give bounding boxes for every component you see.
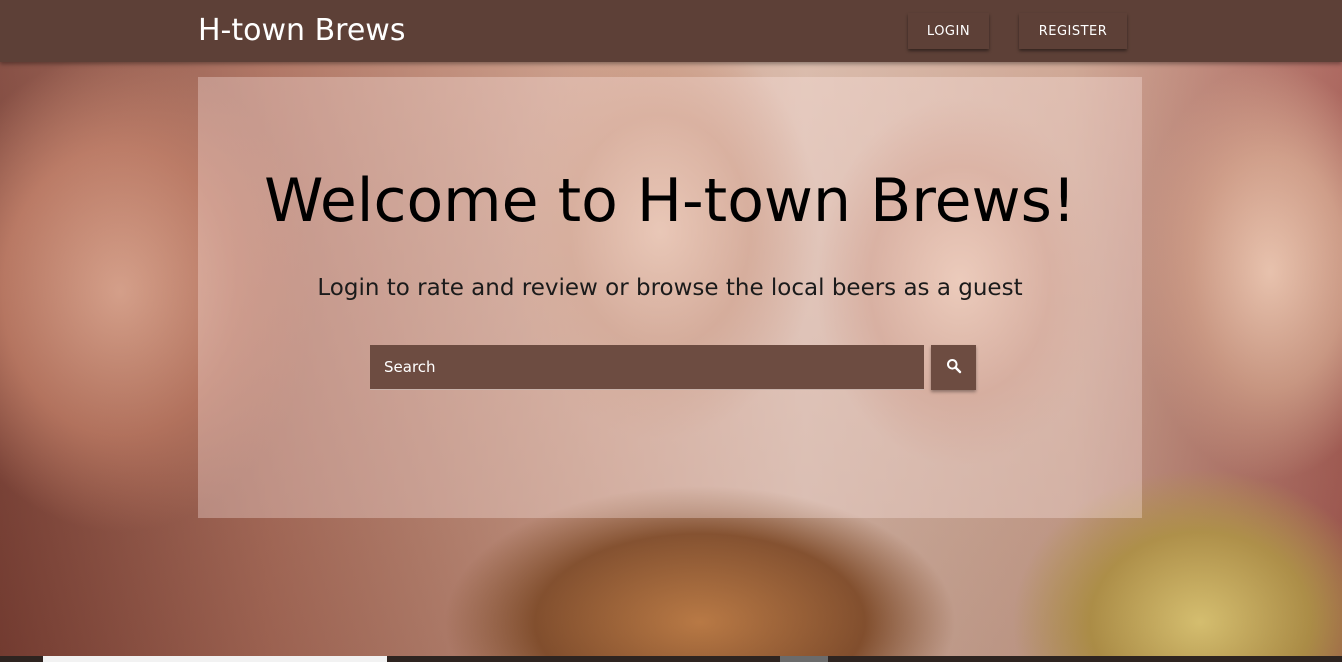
bottom-strip-grey-segment	[780, 656, 828, 662]
login-button[interactable]: LOGIN	[908, 13, 989, 49]
search-icon	[946, 358, 962, 377]
top-navbar: H-town Brews LOGIN REGISTER	[0, 0, 1342, 62]
page: H-town Brews LOGIN REGISTER Welcome to H…	[0, 0, 1342, 662]
bottom-strip	[0, 656, 1342, 662]
register-button[interactable]: REGISTER	[1019, 13, 1127, 49]
welcome-title: Welcome to H-town Brews!	[264, 166, 1076, 236]
bottom-strip-light-segment	[43, 656, 387, 662]
search-input[interactable]	[370, 345, 924, 390]
search-button[interactable]	[931, 345, 976, 390]
brand-logo-link[interactable]: H-town Brews	[198, 11, 405, 51]
welcome-panel: Welcome to H-town Brews! Login to rate a…	[198, 77, 1142, 518]
welcome-subtitle: Login to rate and review or browse the l…	[317, 275, 1023, 301]
